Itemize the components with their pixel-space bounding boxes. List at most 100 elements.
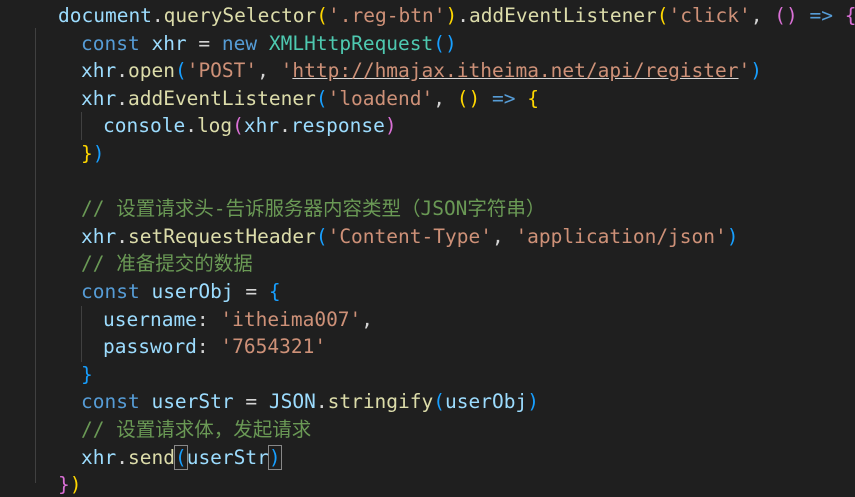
code-line-9[interactable]: xhr.setRequestHeader('Content-Type', 'ap… — [81, 223, 739, 251]
code-token: ) — [726, 224, 739, 248]
code-line-5[interactable]: console.log(xhr.response) — [103, 112, 397, 140]
code-token: // 设置请求头-告诉服务器内容类型（JSON字符串） — [81, 197, 546, 221]
code-token: . — [116, 445, 128, 469]
indent-guide-inner — [81, 112, 82, 140]
code-token: username — [103, 307, 197, 331]
code-token: ) — [750, 59, 763, 83]
code-line-8[interactable]: // 设置请求头-告诉服务器内容类型（JSON字符串） — [81, 195, 545, 223]
code-token: log — [196, 114, 233, 138]
code-token: () — [456, 86, 481, 110]
code-token: { — [268, 280, 281, 303]
code-token: addEventListener — [468, 4, 657, 27]
code-line-14[interactable]: } — [81, 361, 93, 389]
code-token: = — [233, 280, 269, 303]
code-token: '7654321' — [220, 335, 327, 359]
code-token: , — [361, 307, 374, 331]
code-token: , — [257, 59, 281, 83]
code-token: open — [127, 59, 175, 83]
code-token: new — [221, 31, 258, 55]
code-token: ( — [316, 4, 329, 27]
code-token: setRequestHeader — [127, 224, 316, 248]
code-token: => — [809, 4, 833, 27]
code-token: ) — [92, 142, 105, 165]
indent-guide-object — [81, 306, 82, 362]
code-token: userObj — [445, 390, 528, 414]
code-line-15[interactable]: const userStr = JSON.stringify(userObj) — [81, 388, 539, 416]
code-token: // 准备提交的数据 — [81, 252, 253, 276]
code-token: xhr — [243, 114, 280, 138]
code-token: password — [103, 335, 197, 359]
code-token: . — [279, 114, 291, 138]
code-token: ) — [69, 473, 82, 497]
code-line-12[interactable]: username: 'itheima007', — [103, 306, 373, 334]
code-token: document — [58, 4, 152, 27]
code-token: querySelector — [163, 4, 317, 27]
indent-guide-outer — [35, 28, 36, 483]
code-token: response — [290, 114, 385, 138]
code-token: userObj — [151, 280, 234, 303]
code-token: ( — [433, 390, 446, 414]
code-token: ( — [656, 4, 669, 27]
code-token: userStr — [151, 390, 234, 414]
code-token: // 设置请求体，发起请求 — [81, 418, 312, 441]
code-token: . — [116, 224, 128, 248]
code-token: . — [116, 59, 128, 83]
code-token: http://hmajax.itheima.net/api/register — [292, 59, 739, 83]
code-token: . — [457, 4, 469, 27]
code-token: . — [185, 114, 197, 138]
code-line-10[interactable]: // 准备提交的数据 — [81, 250, 253, 278]
code-token: '.reg-btn' — [328, 4, 446, 27]
code-token: } — [81, 362, 93, 386]
code-token: : — [196, 335, 221, 359]
code-line-4[interactable]: xhr.addEventListener('loadend', () => { — [81, 85, 539, 113]
code-token: 'POST' — [186, 59, 258, 83]
code-token: const — [81, 390, 140, 414]
code-line-11[interactable]: const userObj = { — [81, 278, 281, 306]
code-token: ( — [315, 224, 328, 248]
code-token: XMLHttpRequest — [268, 31, 434, 55]
code-token: 'loadend' — [327, 86, 434, 110]
code-token: xhr — [81, 86, 117, 110]
code-line-18[interactable]: }) — [58, 471, 82, 497]
code-token: . — [151, 4, 164, 27]
code-token: = — [233, 390, 269, 414]
code-token: JSON — [268, 390, 316, 414]
code-token: ) — [527, 390, 539, 414]
code-editor[interactable]: document.querySelector('.reg-btn').addEv… — [0, 0, 855, 497]
code-token: { — [527, 86, 539, 110]
code-token: xhr — [81, 59, 117, 83]
code-token: 'application/json' — [515, 224, 727, 248]
code-token: xhr — [81, 445, 117, 469]
code-token: ( — [315, 86, 328, 110]
code-token: } — [58, 473, 70, 497]
code-token: . — [116, 86, 128, 110]
code-line-3[interactable]: xhr.open('POST', 'http://hmajax.itheima.… — [81, 57, 762, 85]
code-token: ) — [384, 114, 397, 138]
code-token: () — [774, 4, 798, 27]
code-token: xhr — [151, 31, 187, 55]
code-token: 'Content-Type' — [327, 224, 492, 248]
code-token: ( — [174, 59, 187, 83]
code-token: ( — [232, 114, 244, 138]
code-token: 'itheima007' — [220, 307, 362, 331]
code-token: , — [750, 4, 775, 27]
code-line-1[interactable]: document.querySelector('.reg-btn').addEv… — [58, 2, 855, 30]
code-token: = — [186, 31, 222, 55]
code-token: , — [491, 224, 516, 248]
code-token: const — [81, 31, 140, 55]
code-line-13[interactable]: password: '7654321' — [103, 333, 326, 361]
code-line-2[interactable]: const xhr = new XMLHttpRequest() — [81, 30, 457, 58]
code-line-16[interactable]: // 设置请求体，发起请求 — [81, 416, 311, 444]
code-token: addEventListener — [127, 86, 316, 110]
code-line-6[interactable]: }) — [81, 140, 105, 168]
code-token: => — [491, 86, 516, 110]
code-line-17[interactable]: xhr.send(userStr) — [81, 444, 282, 472]
code-token: ) — [445, 4, 458, 27]
code-token: 'click' — [668, 4, 751, 27]
